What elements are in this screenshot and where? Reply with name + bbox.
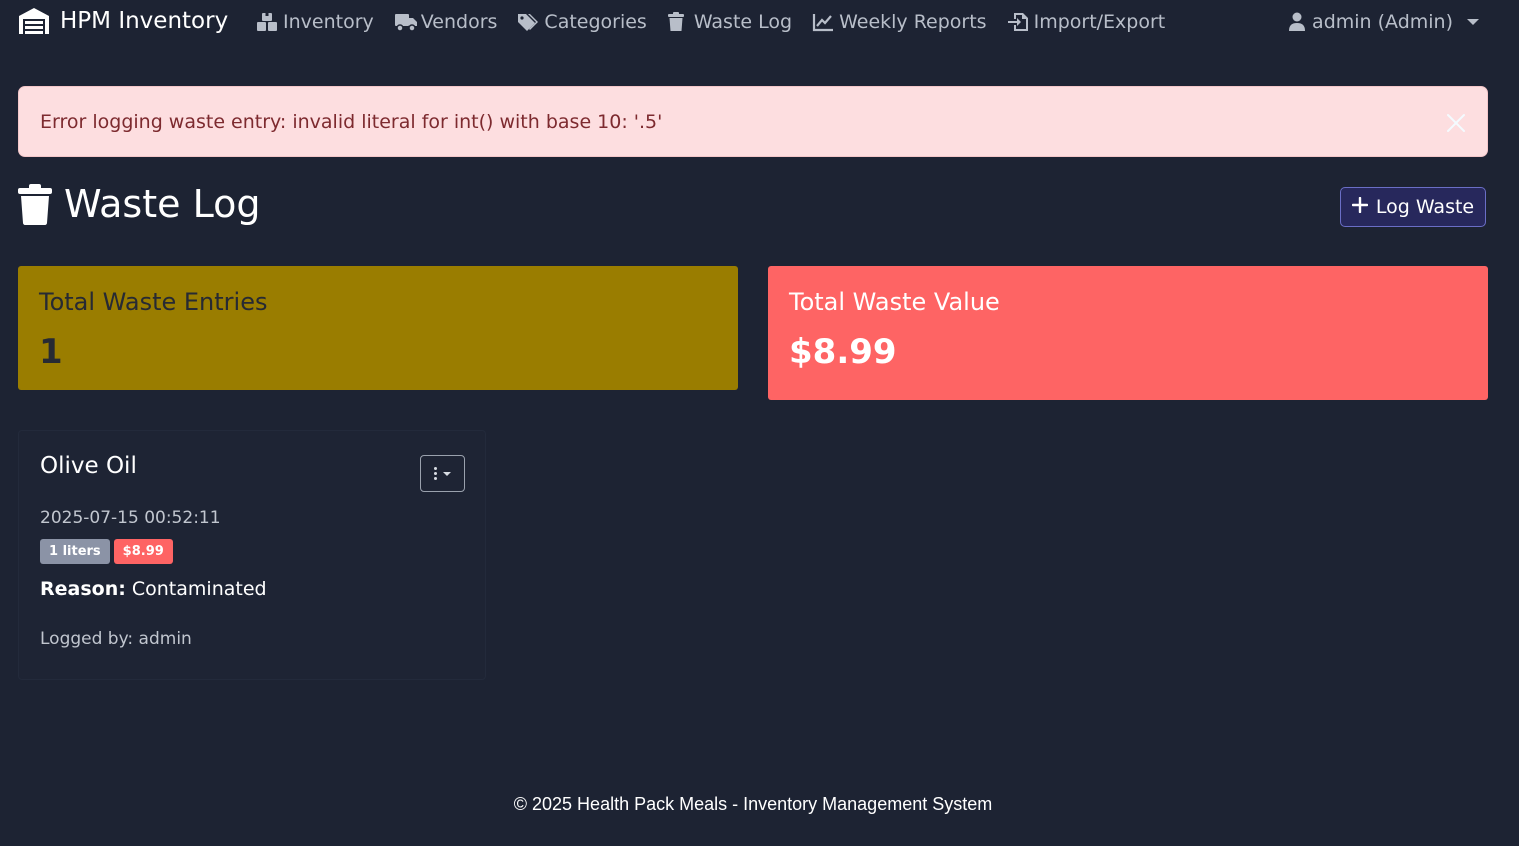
stat-value: $8.99	[789, 332, 897, 372]
trash-icon	[18, 183, 52, 225]
nav-item-inventory[interactable]: Inventory	[256, 11, 374, 33]
chevron-down-icon	[1467, 19, 1479, 25]
reason-label: Reason:	[40, 578, 126, 600]
nav-links: Inventory Vendors Categories Waste Log W…	[256, 8, 1165, 36]
page-title: Waste Log	[18, 180, 260, 228]
entry-badges: 1 liters $8.99	[40, 539, 464, 564]
nav-item-vendors[interactable]: Vendors	[394, 11, 498, 33]
footer-text: © 2025 Health Pack Meals - Inventory Man…	[513, 794, 993, 814]
nav-item-waste-log[interactable]: Waste Log	[667, 11, 792, 33]
nav-item-label: Vendors	[420, 11, 498, 33]
brand-link[interactable]: HPM Inventory	[18, 6, 228, 36]
user-menu-dropdown[interactable]: admin (Admin)	[1288, 8, 1479, 36]
brand-label: HPM Inventory	[60, 8, 229, 34]
entry-actions-button[interactable]	[420, 455, 465, 492]
alert-message: Error logging waste entry: invalid liter…	[40, 110, 663, 133]
nav-item-label: Categories	[544, 11, 647, 33]
tags-icon	[517, 12, 539, 32]
chart-line-icon	[812, 12, 834, 32]
chevron-down-icon	[443, 471, 451, 476]
total-entries-card: Total Waste Entries 1	[18, 266, 738, 390]
quantity-badge: 1 liters	[40, 539, 110, 564]
nav-item-weekly-reports[interactable]: Weekly Reports	[812, 11, 987, 33]
file-import-icon	[1007, 12, 1029, 32]
entry-timestamp: 2025-07-15 00:52:11	[40, 508, 221, 528]
entry-reason: Reason: Contaminated	[40, 578, 464, 600]
stat-title: Total Waste Value	[789, 288, 1000, 316]
close-icon[interactable]	[1444, 111, 1468, 135]
trash-icon	[667, 12, 689, 32]
nav-item-label: Inventory	[283, 11, 374, 33]
nav-item-label: Waste Log	[693, 11, 793, 33]
nav-item-import-export[interactable]: Import/Export	[1007, 11, 1166, 33]
reason-value: Contaminated	[131, 578, 267, 600]
top-navbar: HPM Inventory Inventory Vendors Categori…	[0, 0, 1519, 44]
total-value-card: Total Waste Value $8.99	[768, 266, 1488, 400]
item-name: Olive Oil	[40, 453, 137, 479]
nav-item-label: Import/Export	[1033, 11, 1166, 33]
ellipsis-vertical-icon	[434, 467, 437, 480]
user-icon	[1288, 12, 1306, 32]
nav-item-categories[interactable]: Categories	[517, 11, 647, 33]
waste-entry-card: Olive Oil 2025-07-15 00:52:11 1 liters $…	[18, 430, 486, 680]
plus-icon	[1351, 196, 1369, 218]
logged-by: Logged by: admin	[40, 629, 192, 649]
stat-title: Total Waste Entries	[39, 288, 268, 316]
nav-item-label: Weekly Reports	[839, 11, 987, 33]
stat-value: 1	[39, 332, 63, 372]
truck-icon	[394, 12, 417, 32]
user-name: admin (Admin)	[1312, 11, 1453, 33]
log-waste-button[interactable]: Log Waste	[1340, 187, 1486, 227]
boxes-icon	[256, 12, 278, 32]
error-alert: Error logging waste entry: invalid liter…	[18, 86, 1488, 157]
cost-badge: $8.99	[113, 539, 173, 564]
warehouse-icon	[18, 7, 50, 35]
page-title-label: Waste Log	[64, 182, 261, 226]
log-waste-label: Log Waste	[1375, 196, 1475, 218]
